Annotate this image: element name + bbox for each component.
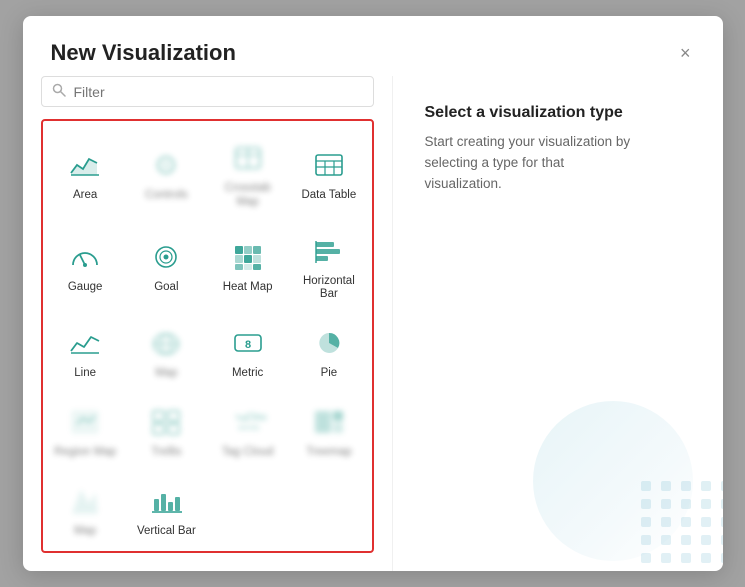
viz-grid: Area Controls Crosstab Map Data Table Gauge G… bbox=[47, 129, 368, 547]
metric-icon: 8 bbox=[227, 324, 269, 362]
treemap-label: Treemap bbox=[306, 446, 352, 460]
viz-item-pie[interactable]: Pie bbox=[290, 314, 367, 389]
viz-item-map[interactable]: Map bbox=[128, 314, 205, 389]
decorative-dot bbox=[641, 535, 651, 545]
treemap-icon bbox=[308, 403, 350, 441]
decorative-dot bbox=[721, 553, 723, 563]
viz-item-heat-map[interactable]: Heat Map bbox=[209, 222, 286, 311]
trellis-label: Trellis bbox=[151, 446, 181, 460]
map2-icon bbox=[64, 482, 106, 520]
modal-title: New Visualization bbox=[51, 40, 236, 66]
decorative-dot bbox=[641, 481, 651, 491]
goal-icon bbox=[145, 238, 187, 276]
horizontal-bar-label: Horizontal Bar bbox=[294, 275, 363, 303]
decorative-dot bbox=[701, 499, 711, 509]
decorative-dot bbox=[661, 535, 671, 545]
gauge-label: Gauge bbox=[68, 281, 103, 295]
right-panel-title: Select a visualization type bbox=[425, 104, 691, 122]
search-icon bbox=[52, 83, 66, 100]
viz-item-trellis[interactable]: Trellis bbox=[128, 393, 205, 468]
viz-item-map2[interactable]: Map bbox=[47, 472, 124, 547]
viz-item-crosstab[interactable]: Crosstab Map bbox=[209, 129, 286, 218]
data-table-icon bbox=[308, 146, 350, 184]
svg-text:8: 8 bbox=[245, 339, 251, 351]
heat-map-label: Heat Map bbox=[223, 281, 273, 295]
decorative-dot bbox=[681, 499, 691, 509]
metric-label: Metric bbox=[232, 367, 263, 381]
decorative-dot bbox=[681, 481, 691, 491]
decorative-dot bbox=[641, 517, 651, 527]
viz-item-vertical-bar[interactable]: Vertical Bar bbox=[128, 472, 205, 547]
viz-item-goal[interactable]: Goal bbox=[128, 222, 205, 311]
tag-cloud-icon: TagCloudwords bbox=[227, 403, 269, 441]
modal-body: Area Controls Crosstab Map Data Table Gauge G… bbox=[23, 76, 723, 571]
filter-input[interactable] bbox=[74, 84, 363, 100]
tag-cloud-label: Tag Cloud bbox=[222, 446, 274, 460]
controls-label: Controls bbox=[145, 189, 188, 203]
decorative-dot bbox=[701, 517, 711, 527]
viz-item-controls[interactable]: Controls bbox=[128, 129, 205, 218]
decorative-dot bbox=[701, 481, 711, 491]
region-map-icon bbox=[64, 403, 106, 441]
vertical-bar-label: Vertical Bar bbox=[137, 525, 196, 539]
viz-item-data-table[interactable]: Data Table bbox=[290, 129, 367, 218]
trellis-icon bbox=[145, 403, 187, 441]
decorative-dot bbox=[641, 553, 651, 563]
viz-item-line[interactable]: Line bbox=[47, 314, 124, 389]
right-panel-description: Start creating your visualization by sel… bbox=[425, 132, 645, 195]
decorative-dot bbox=[661, 481, 671, 491]
controls-icon bbox=[145, 146, 187, 184]
decorative-dot bbox=[701, 553, 711, 563]
svg-text:words: words bbox=[237, 423, 259, 432]
decorative-dot bbox=[661, 553, 671, 563]
region-map-label: Region Map bbox=[54, 446, 116, 460]
viz-item-metric[interactable]: 8 Metric bbox=[209, 314, 286, 389]
filter-bar bbox=[41, 76, 374, 107]
decorative-dot bbox=[721, 517, 723, 527]
goal-label: Goal bbox=[154, 281, 178, 295]
decorative-dot bbox=[661, 499, 671, 509]
line-icon bbox=[64, 324, 106, 362]
decorative-dot bbox=[661, 517, 671, 527]
crosstab-label: Crosstab Map bbox=[213, 182, 282, 210]
area-icon bbox=[64, 146, 106, 184]
map2-label: Map bbox=[74, 525, 96, 539]
decorative-dot bbox=[681, 535, 691, 545]
viz-item-area[interactable]: Area bbox=[47, 129, 124, 218]
left-panel: Area Controls Crosstab Map Data Table Gauge G… bbox=[23, 76, 393, 571]
decorative-dot bbox=[681, 553, 691, 563]
vertical-bar-icon bbox=[145, 482, 187, 520]
decorative-dots bbox=[641, 481, 723, 571]
viz-item-horizontal-bar[interactable]: Horizontal Bar bbox=[290, 222, 367, 311]
area-label: Area bbox=[73, 189, 97, 203]
close-button[interactable]: × bbox=[676, 40, 695, 66]
viz-item-treemap[interactable]: Treemap bbox=[290, 393, 367, 468]
line-label: Line bbox=[74, 367, 96, 381]
decorative-dot bbox=[681, 517, 691, 527]
right-panel: Select a visualization type Start creati… bbox=[393, 76, 723, 571]
viz-item-region-map[interactable]: Region Map bbox=[47, 393, 124, 468]
viz-item-gauge[interactable]: Gauge bbox=[47, 222, 124, 311]
decorative-dot bbox=[721, 499, 723, 509]
modal: New Visualization × bbox=[23, 16, 723, 571]
heat-map-icon bbox=[227, 238, 269, 276]
viz-grid-container: Area Controls Crosstab Map Data Table Gauge G… bbox=[41, 119, 374, 553]
map-icon bbox=[145, 324, 187, 362]
data-table-label: Data Table bbox=[301, 189, 356, 203]
modal-header: New Visualization × bbox=[23, 16, 723, 76]
decorative-dot bbox=[701, 535, 711, 545]
decorative-dot bbox=[641, 499, 651, 509]
gauge-icon bbox=[64, 238, 106, 276]
svg-text:Cloud: Cloud bbox=[246, 412, 266, 423]
pie-label: Pie bbox=[321, 367, 338, 381]
horizontal-bar-icon bbox=[308, 232, 350, 270]
modal-overlay: New Visualization × bbox=[0, 0, 745, 587]
svg-text:Tag: Tag bbox=[235, 415, 246, 422]
viz-item-tag-cloud[interactable]: TagCloudwordsTag Cloud bbox=[209, 393, 286, 468]
pie-icon bbox=[308, 324, 350, 362]
decorative-dot bbox=[721, 481, 723, 491]
crosstab-icon bbox=[227, 139, 269, 177]
map-label: Map bbox=[155, 367, 177, 381]
decorative-dot bbox=[721, 535, 723, 545]
